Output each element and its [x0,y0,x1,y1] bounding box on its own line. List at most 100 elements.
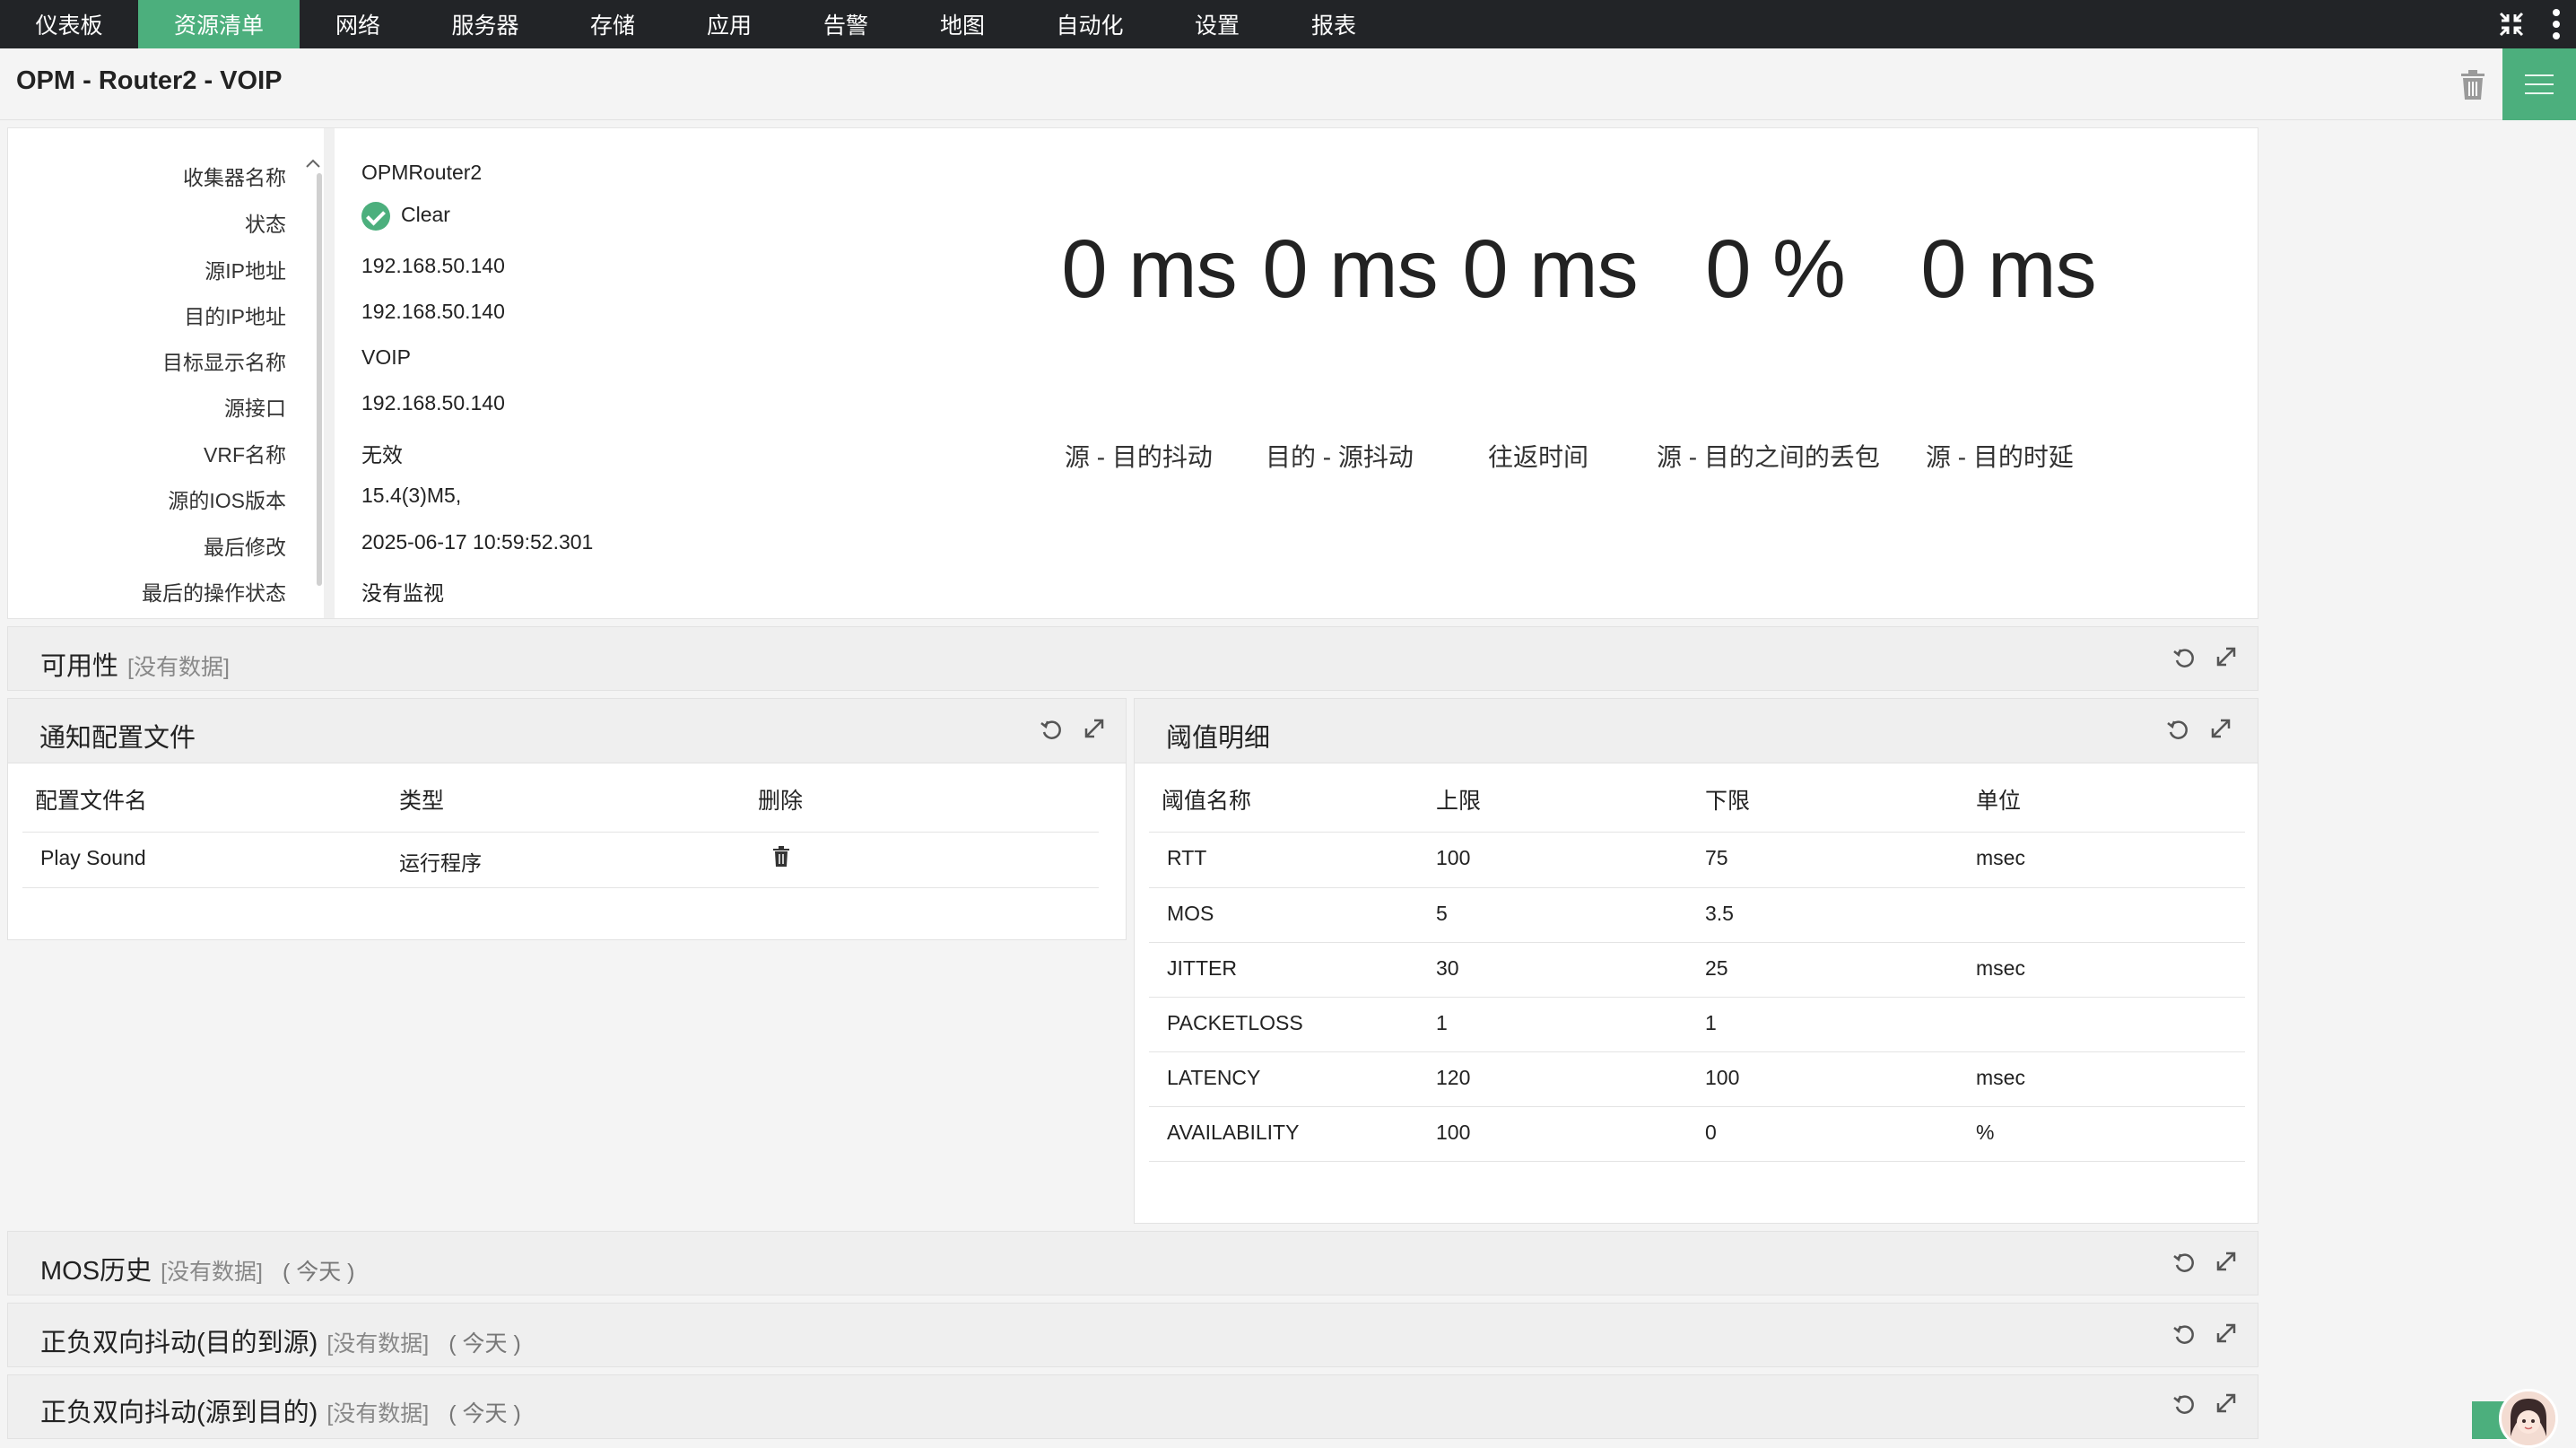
delete-monitor-icon[interactable] [2459,70,2486,100]
section-title: 可用性 [没有数据] [40,645,230,683]
nav-item-dashboard[interactable]: 仪表板 [0,0,138,48]
metric-label: 往返时间 [1488,443,1589,471]
scroll-up-icon[interactable] [305,157,321,168]
nav-item-alarms[interactable]: 告警 [788,0,904,48]
last-operation-status-value: 没有监视 [361,581,444,605]
expand-icon[interactable] [2216,1393,2240,1417]
column-header: 删除 [758,789,804,814]
expand-icon[interactable] [2216,1252,2240,1275]
threshold-name: PACKETLOSS [1167,1011,1303,1034]
no-data-label: [没有数据] [127,655,230,680]
source-ip-value: 192.168.50.140 [361,254,505,277]
row-divider [1149,1051,2245,1052]
threshold-lower: 100 [1705,1066,1740,1089]
threshold-upper: 30 [1436,956,1459,980]
info-divider [324,128,335,618]
threshold-upper: 5 [1436,902,1448,925]
panel-header: 通知配置文件 [8,699,1126,763]
history-title: 正负双向抖动(源到目的) [40,1399,318,1427]
nav-item-settings[interactable]: 设置 [1159,0,1275,48]
threshold-lower: 25 [1705,956,1728,980]
threshold-lower: 3.5 [1705,902,1734,925]
refresh-icon[interactable] [1040,719,1063,742]
row-divider [22,887,1099,888]
column-header: 类型 [399,789,445,814]
refresh-icon[interactable] [2172,647,2196,670]
nav-item-storage[interactable]: 存储 [554,0,671,48]
nav-item-servers[interactable]: 服务器 [416,0,554,48]
page-title: OPM - Router2 - VOIP [16,66,283,95]
period-label: ( 今天 ) [448,1331,521,1356]
info-labels: 收集器名称 状态 源IP地址 目的IP地址 目标显示名称 源接口 VRF名称 源… [8,128,286,618]
monitor-info-panel: 收集器名称 状态 源IP地址 目的IP地址 目标显示名称 源接口 VRF名称 源… [7,127,2258,619]
metric-label: 源 - 目的时延 [1926,443,2074,471]
panel-title: 阈值明细 [1166,724,1271,753]
more-vertical-icon[interactable] [2537,0,2576,48]
nav-item-reports[interactable]: 报表 [1275,0,1392,48]
nav-item-maps[interactable]: 地图 [904,0,1021,48]
clear-status-icon [361,202,390,231]
row-divider [22,832,1099,833]
column-header: 阈值名称 [1162,789,1252,814]
delete-profile-icon[interactable] [772,846,792,868]
history-title: MOS历史 [40,1257,152,1286]
threshold-name: JITTER [1167,956,1237,980]
info-label: 最后修改 [204,536,286,559]
refresh-icon[interactable] [2172,1252,2196,1275]
refresh-icon[interactable] [2172,1323,2196,1347]
assistant-avatar-icon[interactable] [2499,1389,2558,1448]
nav-item-automation[interactable]: 自动化 [1021,0,1159,48]
info-label: 最后的操作状态 [142,581,286,605]
info-label: 状态 [245,213,286,236]
panel-header: 阈值明细 [1135,699,2258,763]
collector-name-value: OPMRouter2 [361,161,483,184]
status-text: Clear [401,203,450,227]
no-data-label: [没有数据] [326,1331,430,1356]
metric-value: 0 ms [1920,223,2096,315]
column-header: 配置文件名 [35,789,148,814]
collapse-icon[interactable] [2486,0,2537,48]
threshold-details-panel: 阈值明细 阈值名称 上限 下限 单位 RTT 100 75 msec MOS 5… [1134,698,2258,1224]
period-label: ( 今天 ) [448,1401,521,1426]
refresh-icon[interactable] [2172,1393,2196,1417]
threshold-lower: 0 [1705,1121,1717,1144]
jitter-dst-src-section: 正负双向抖动(目的到源) [没有数据] ( 今天 ) [7,1303,2258,1367]
metric-label: 源 - 目的之间的丢包 [1657,443,1880,471]
metric-dst-src-jitter: 0 ms [1249,222,1450,317]
nav-right-tools [2486,0,2576,48]
column-header: 下限 [1705,789,1751,814]
expand-icon[interactable] [1084,719,1108,742]
expand-icon[interactable] [2216,647,2240,670]
info-scrollbar[interactable] [317,173,322,586]
metric-value: 0 ms [1061,223,1237,315]
hamburger-menu-icon[interactable] [2502,48,2576,120]
nav-item-inventory[interactable]: 资源清单 [138,0,300,48]
top-nav: 仪表板 资源清单 网络 服务器 存储 应用 告警 地图 自动化 设置 报表 [0,0,2576,48]
no-data-label: [没有数据] [326,1401,430,1426]
section-title: 正负双向抖动(目的到源) [没有数据] ( 今天 ) [40,1322,521,1359]
nav-item-applications[interactable]: 应用 [671,0,788,48]
section-title: MOS历史 [没有数据] ( 今天 ) [40,1250,355,1287]
info-label: 收集器名称 [183,166,286,189]
metric-label: 目的 - 源抖动 [1266,443,1414,471]
info-label: VRF名称 [204,443,286,467]
row-divider [1149,832,2245,833]
row-divider [1149,887,2245,888]
metric-value: 0 ms [1262,223,1438,315]
refresh-icon[interactable] [2166,719,2189,742]
threshold-lower: 75 [1705,846,1728,869]
ios-version-value: 15.4(3)M5, [361,484,462,507]
info-label: 源IP地址 [205,259,286,283]
metric-label: 源 - 目的抖动 [1065,443,1213,471]
row-divider [1149,942,2245,943]
info-label: 目的IP地址 [184,305,286,328]
threshold-name: RTT [1167,846,1207,869]
expand-icon[interactable] [2216,1323,2240,1347]
info-label: 目标显示名称 [162,351,286,374]
nav-item-network[interactable]: 网络 [300,0,416,48]
row-divider [1149,1106,2245,1107]
expand-icon[interactable] [2211,719,2234,742]
info-label: 源接口 [224,397,286,420]
threshold-name: MOS [1167,902,1214,925]
notification-profile-panel: 通知配置文件 配置文件名 类型 删除 Play Sound 运行程序 [7,698,1127,940]
